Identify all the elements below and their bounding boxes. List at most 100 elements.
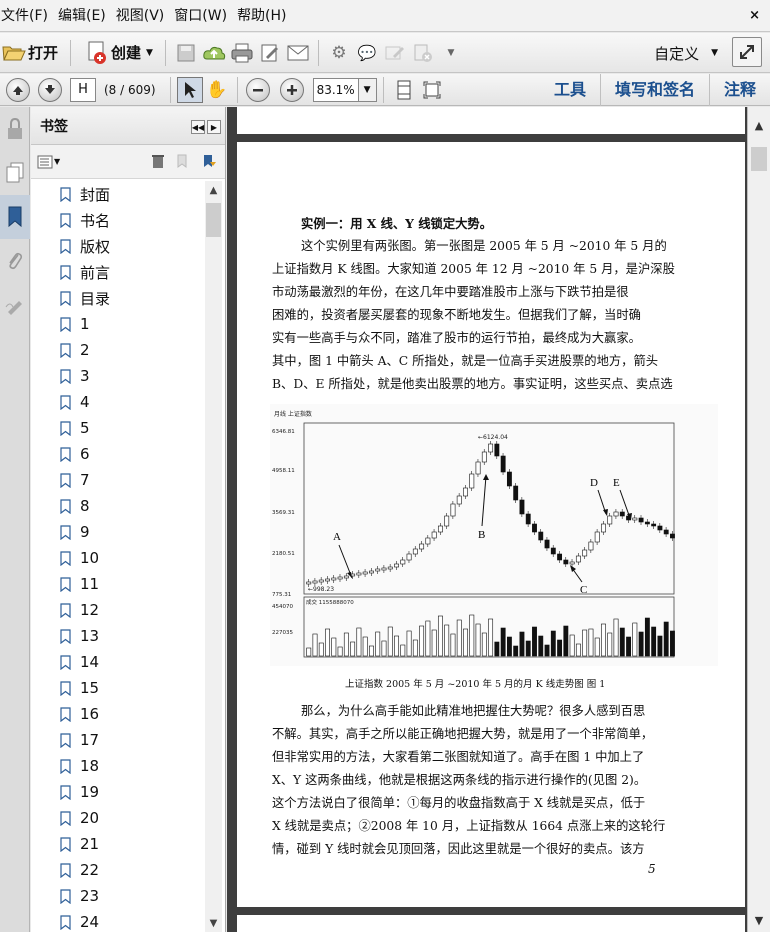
bookmark-item[interactable]: 版权 — [31, 233, 203, 259]
select-tool-icon[interactable] — [176, 76, 203, 103]
bookmark-item[interactable]: 2 — [31, 337, 203, 363]
bookmark-item[interactable]: 22 — [31, 857, 203, 883]
bookmark-item[interactable]: 11 — [31, 571, 203, 597]
bookmark-item[interactable]: 21 — [31, 831, 203, 857]
bookmark-item[interactable]: 4 — [31, 389, 203, 415]
bookmark-icon — [60, 810, 71, 826]
candle-body — [481, 451, 487, 463]
candle-body — [412, 548, 418, 555]
menu-help[interactable]: 帮助(H) — [236, 0, 295, 32]
scroll-thumb[interactable] — [206, 203, 221, 237]
candle-body — [362, 571, 368, 575]
zoom-out-icon[interactable] — [245, 77, 270, 102]
scroll-thumb[interactable] — [751, 147, 767, 171]
bookmark-item[interactable]: 6 — [31, 441, 203, 467]
menu-file[interactable]: 文件(F) — [0, 0, 57, 32]
bookmark-item[interactable]: 目录 — [31, 285, 203, 311]
volume-bar — [481, 632, 487, 657]
bookmark-label: 16 — [80, 705, 100, 723]
print-icon[interactable] — [228, 39, 256, 67]
bookmark-item[interactable]: 19 — [31, 779, 203, 805]
bookmark-icon — [60, 342, 71, 358]
bookmark-item[interactable]: 16 — [31, 701, 203, 727]
scroll-down-icon[interactable]: ▼ — [748, 910, 770, 930]
scroll-up-icon[interactable]: ▲ — [748, 115, 770, 135]
bookmark-item[interactable]: 7 — [31, 467, 203, 493]
scroll-down-icon[interactable]: ▼ — [205, 914, 222, 932]
volume-bar — [532, 626, 537, 657]
attachment-icon[interactable] — [0, 239, 30, 283]
bookmark-item[interactable]: 18 — [31, 753, 203, 779]
bookmark-item[interactable]: 23 — [31, 883, 203, 909]
volume-bar — [525, 640, 531, 657]
document-viewport[interactable]: 实例一：用 X 线、Y 线锁定大势。 这个实例里有两张图。第一张图是 2005 … — [227, 107, 747, 932]
bookmark-item[interactable]: 9 — [31, 519, 203, 545]
bookmark-icon — [60, 394, 71, 410]
delete-bookmark-icon[interactable] — [151, 153, 165, 173]
bookmark-item[interactable]: 封面 — [31, 181, 203, 207]
full-screen-icon[interactable] — [418, 76, 446, 104]
expand-bookmark-icon[interactable] — [201, 153, 217, 173]
bookmark-item[interactable]: 14 — [31, 649, 203, 675]
volume-bar — [381, 640, 387, 657]
bookmark-item[interactable]: 13 — [31, 623, 203, 649]
customize-dropdown[interactable]: 自定义 ▼ — [654, 38, 718, 68]
bookmark-item[interactable]: 12 — [31, 597, 203, 623]
email-icon[interactable] — [284, 39, 312, 67]
hand-tool-icon[interactable]: ✋ — [203, 76, 231, 104]
expand-panel-icon[interactable]: ▶ — [207, 120, 221, 134]
create-button[interactable]: 创建 ▼ — [77, 38, 159, 68]
page-thumbnails-icon[interactable] — [0, 151, 30, 195]
scroll-up-icon[interactable]: ▲ — [205, 181, 222, 199]
collapse-panel-icon[interactable]: ◀◀ — [191, 120, 205, 134]
bookmark-label: 9 — [80, 523, 90, 541]
open-button[interactable]: 打开 — [0, 38, 64, 68]
close-document-button[interactable]: × — [749, 8, 760, 23]
bookmark-icon[interactable] — [0, 195, 30, 239]
chevron-down-icon[interactable]: ▼ — [358, 77, 377, 102]
candle-body — [475, 461, 481, 475]
upload-cloud-icon[interactable] — [200, 39, 228, 67]
bookmark-icon — [60, 420, 71, 436]
bookmark-item[interactable]: 书名 — [31, 207, 203, 233]
volume-bar — [494, 641, 500, 657]
save-icon[interactable] — [172, 39, 200, 67]
bookmark-item[interactable]: 10 — [31, 545, 203, 571]
bookmark-item[interactable]: 24 — [31, 909, 203, 932]
bookmark-item[interactable]: 3 — [31, 363, 203, 389]
lock-icon[interactable] — [0, 107, 30, 151]
bookmark-item[interactable]: 前言 — [31, 259, 203, 285]
gear-icon[interactable]: ⚙ — [325, 39, 353, 67]
more-tools-icon[interactable]: ▼ — [437, 39, 465, 67]
candle-body — [544, 539, 550, 549]
document-scrollbar[interactable]: ▲ ▼ — [747, 107, 770, 932]
bookmark-item[interactable]: 1 — [31, 311, 203, 337]
price-axis-label: 4958.11 — [272, 468, 295, 474]
candle-body — [431, 531, 437, 539]
bookmark-scrollbar[interactable]: ▲ ▼ — [205, 181, 222, 932]
bookmarks-toolbar: ▼ — [31, 145, 225, 179]
bookmark-item[interactable]: 15 — [31, 675, 203, 701]
zoom-input[interactable]: 83.1% — [312, 77, 359, 102]
comment-link[interactable]: 注释 — [708, 74, 770, 106]
menu-window[interactable]: 窗口(W) — [173, 0, 236, 32]
toolbar-divider — [169, 76, 171, 103]
expand-icon[interactable] — [732, 37, 762, 67]
bookmark-item[interactable]: 20 — [31, 805, 203, 831]
bookmark-item[interactable]: 8 — [31, 493, 203, 519]
bookmark-item[interactable]: 17 — [31, 727, 203, 753]
fill-sign-link[interactable]: 填写和签名 — [599, 74, 709, 106]
bookmark-item[interactable]: 5 — [31, 415, 203, 441]
previous-page-icon[interactable] — [6, 77, 30, 102]
tools-link[interactable]: 工具 — [540, 74, 600, 106]
page-number-input[interactable]: H — [70, 77, 96, 102]
volume-title: 成交 1155888070 — [306, 598, 354, 606]
menu-view[interactable]: 视图(V) — [115, 0, 174, 32]
edit-document-icon[interactable] — [256, 39, 284, 67]
options-menu-icon[interactable]: ▼ — [37, 155, 60, 169]
next-page-icon[interactable] — [38, 77, 62, 102]
menu-edit[interactable]: 编辑(E) — [57, 0, 115, 32]
fit-page-icon[interactable] — [390, 76, 418, 104]
zoom-in-icon[interactable] — [279, 77, 304, 102]
signatures-icon[interactable] — [0, 283, 30, 327]
